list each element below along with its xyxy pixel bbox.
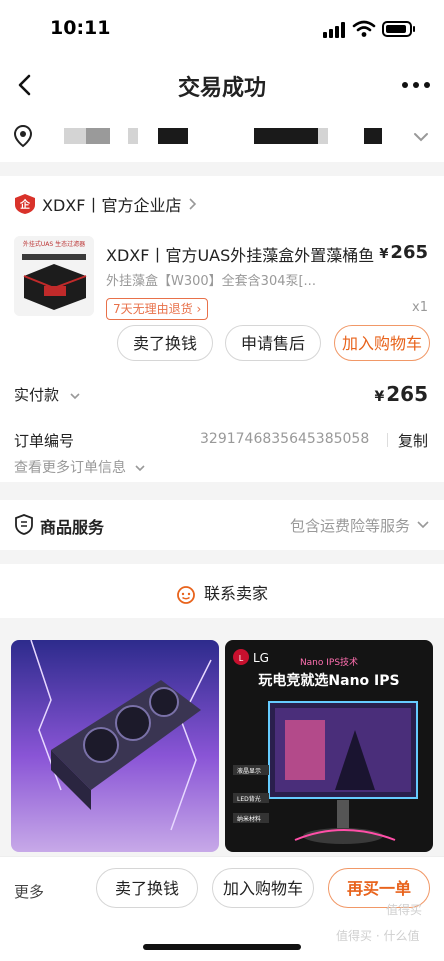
product-price: ¥265 [379, 242, 428, 263]
service-label: 商品服务 [40, 518, 105, 537]
order-number-label: 订单编号 [14, 432, 75, 450]
redacted-block [86, 128, 110, 144]
nav-bar: 交易成功 [0, 58, 444, 114]
more-button[interactable]: 更多 [14, 881, 44, 902]
divider [387, 433, 388, 447]
sell-for-cash-button[interactable]: 卖了换钱 [117, 325, 213, 361]
product-thumbnail[interactable]: 外挂式UAS 生态过滤器 [14, 236, 94, 316]
monitor-headline: 玩电竞就选Nano IPS [258, 672, 399, 689]
product-quantity: x1 [412, 300, 428, 315]
paid-amount: ¥265 [375, 382, 429, 406]
paid-amount-value: 265 [386, 382, 428, 406]
shop-badge-icon: 企 [15, 194, 35, 214]
return-policy-tag[interactable]: 7天无理由退货 › [106, 298, 209, 320]
battery-icon [382, 21, 415, 37]
chevron-down-icon [70, 392, 80, 399]
gpu-product-image [11, 640, 219, 852]
copy-button[interactable]: 复制 [398, 430, 428, 451]
svg-text:L: L [239, 654, 244, 663]
brand-label: LG [253, 651, 269, 665]
chat-face-icon [177, 585, 195, 604]
wifi-icon [352, 20, 376, 37]
more-order-info-label: 查看更多订单信息 [14, 460, 126, 476]
redacted-block [64, 128, 86, 144]
redacted-block [254, 128, 318, 144]
add-to-cart-button[interactable]: 加入购物车 [334, 325, 430, 361]
redacted-block [158, 128, 188, 144]
product-image: 外挂式UAS 生态过滤器 [14, 236, 94, 316]
monitor-product-image: L LG Nano IPS技术 玩电竞就选Nano IPS 液晶显示 LED背光… [225, 640, 433, 852]
chevron-down-icon [414, 133, 428, 142]
chevron-right-icon [189, 198, 197, 210]
bullet-3: 纳米材料 [237, 815, 261, 823]
redacted-block [128, 128, 138, 144]
redacted-block [364, 128, 382, 144]
currency-symbol: ¥ [374, 389, 385, 405]
address-row[interactable] [0, 114, 444, 162]
more-options-icon[interactable] [400, 72, 432, 98]
shop-name: XDXF丨官方企业店 [42, 196, 182, 215]
signal-icon [323, 22, 345, 38]
recommend-card-monitor[interactable]: L LG Nano IPS技术 玩电竞就选Nano IPS 液晶显示 LED背光… [225, 640, 433, 852]
watermark: 值得买 · 什么值 [336, 929, 420, 943]
status-bar: 10:11 [0, 0, 444, 58]
after-sales-button[interactable]: 申请售后 [225, 325, 321, 361]
order-card: 企 XDXF丨官方企业店 外挂式UAS 生态过滤器 XDXF丨官方UAS外挂藻盒… [0, 176, 444, 482]
contact-seller-label: 联系卖家 [203, 584, 268, 603]
shield-icon [15, 514, 33, 535]
contact-row: 联系卖家 [0, 580, 444, 605]
chevron-down-icon [417, 521, 429, 529]
order-number: 3291746835645385058 [200, 431, 370, 447]
status-time: 10:11 [50, 17, 111, 39]
watermark: 值得买 [386, 903, 423, 917]
home-indicator [143, 944, 301, 950]
service-row[interactable]: 商品服务 包含运费险等服务 [0, 500, 444, 550]
return-tag-label: 7天无理由退货 [113, 302, 193, 316]
redacted-block [318, 128, 328, 144]
paid-row[interactable]: 实付款 [14, 384, 82, 405]
sell-for-cash-button[interactable]: 卖了换钱 [96, 868, 198, 908]
thumb-caption: 外挂式UAS 生态过滤器 [23, 240, 85, 248]
paid-label: 实付款 [14, 386, 60, 404]
product-title[interactable]: XDXF丨官方UAS外挂藻盒外置藻桶鱼 [106, 242, 376, 266]
monitor-tag: Nano IPS技术 [300, 656, 358, 668]
svg-text:企: 企 [19, 198, 31, 211]
contact-seller-button[interactable]: 联系卖家 [0, 564, 444, 618]
bullet-1: 液晶显示 [237, 767, 261, 775]
shop-row[interactable]: 企 XDXF丨官方企业店 [14, 192, 199, 216]
add-to-cart-button[interactable]: 加入购物车 [212, 868, 314, 908]
service-value: 包含运费险等服务 [289, 517, 410, 535]
more-order-info-link[interactable]: 查看更多订单信息 [14, 457, 147, 477]
product-variant: 外挂藻盒【W300】全套含304泵[... [106, 274, 316, 289]
price-value: 265 [390, 242, 428, 263]
chevron-down-icon [135, 465, 146, 472]
recommend-card-gpu[interactable] [11, 640, 219, 852]
location-pin-icon [13, 124, 33, 148]
page-title: 交易成功 [177, 76, 266, 101]
bullet-2: LED背光 [237, 795, 261, 803]
currency-symbol: ¥ [379, 247, 389, 262]
